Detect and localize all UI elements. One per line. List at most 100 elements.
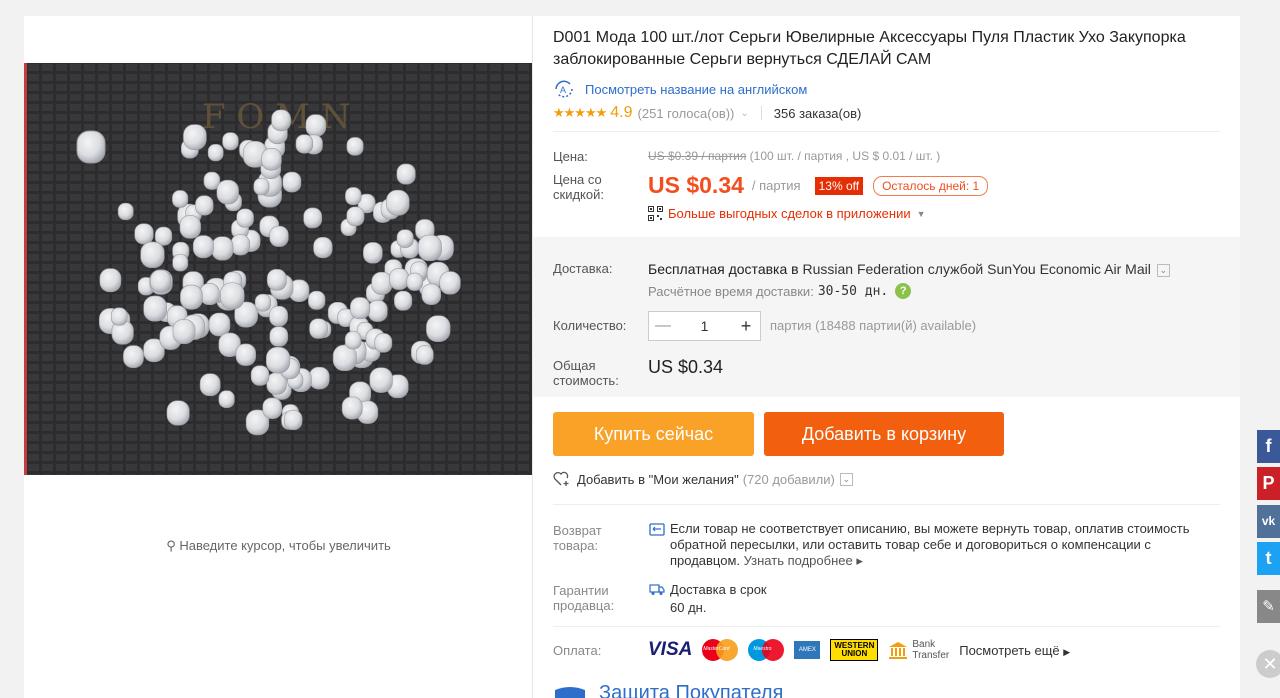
earring-back-piece [143,295,167,322]
zoom-hint-text: Наведите курсор, чтобы увеличить [179,538,391,553]
earring-back-piece [254,293,271,312]
translate-link-text[interactable]: Посмотреть название на английском [585,82,807,97]
earring-back-piece [172,319,196,345]
days-left-badge: Осталось дней: 1 [873,175,989,196]
product-photo-earring-backs: F O M N [27,63,533,475]
discount-badge: 13% off [814,176,864,195]
earring-back-piece [216,179,239,205]
western-union-logo: WESTERN UNION [830,639,879,661]
rating-stars: ★★★★★ [553,105,607,120]
payment-label: Оплата: [553,643,602,658]
caret-down-icon: ▼ [916,208,926,219]
caret-right-icon: ▶ [1063,646,1071,657]
wishlist-label[interactable]: Добавить в "Мои желания" [577,472,739,487]
facebook-share-icon[interactable]: f [1257,430,1280,463]
guarantee-label-line1: Гарантии [553,583,609,598]
returns-text: Если товар не соответствует описанию, вы… [670,521,1210,569]
quantity-input[interactable]: 1 [677,318,732,334]
earring-back-piece [172,190,189,208]
add-to-cart-button[interactable]: Добавить в корзину [764,412,1004,456]
app-deals-link[interactable]: Больше выгодных сделок в приложении ▼ [648,206,926,221]
divider [553,131,1220,132]
earring-back-piece [346,206,365,227]
divider [553,626,1220,627]
earring-back-piece [305,114,327,137]
rating-row: ★★★★★ 4.9 (251 голоса(ов)) ⌄ 356 заказа(… [553,104,861,122]
see-more-payments-link[interactable]: Посмотреть ещё ▶ [959,643,1070,658]
discount-price-label: Цена со скидкой: [553,172,604,202]
earring-back-piece [179,215,201,239]
earring-back-piece [282,171,302,193]
wishlist-dropdown-icon[interactable]: ⌄ [839,472,853,486]
bank-transfer-logo: Bank Transfer [888,639,949,661]
help-icon[interactable]: ? [895,283,912,299]
discount-label-line2: скидкой: [553,187,604,202]
visa-logo: VISA [648,639,693,660]
current-price: US $0.34 [648,172,744,198]
earring-back-piece [295,134,314,154]
earring-back-piece [269,326,289,347]
earring-back-piece [396,163,416,185]
earring-back-piece [396,229,414,248]
quantity-stepper: — 1 + [648,311,761,341]
edit-icon[interactable]: ✎ [1257,590,1280,623]
earring-back-piece [374,333,393,353]
shipping-label: Доставка: [553,261,613,276]
guarantee-label: Гарантии продавца: [553,583,614,613]
earring-back-piece [117,202,134,221]
price-unit: / партия [751,178,801,193]
shipping-method[interactable]: Бесплатная доставка в Russian Federation… [648,261,1170,277]
earring-back-piece [99,268,122,293]
price-row: US $0.34 / партия 13% off Осталось дней:… [648,172,989,199]
earring-back-piece [150,269,171,293]
shipping-service: SunYou Economic Air Mail [987,261,1151,277]
earring-back-piece [172,254,189,272]
buyer-protection-header: Защита Покупателя [553,682,783,698]
price-label: Цена: [553,149,588,164]
earring-back-piece [271,109,291,132]
shield-icon [555,686,585,698]
earring-back-piece [110,307,128,326]
earring-back-piece [371,271,393,295]
earring-back-piece [207,144,224,162]
earring-back-piece [386,189,410,216]
total-price: US $0.34 [648,357,724,377]
buy-now-button[interactable]: Купить сейчас [553,412,754,456]
returns-more-link[interactable]: Узнать подробнее [744,553,853,568]
earring-back-piece [367,300,388,322]
chevron-right-icon: ▸ [852,553,863,568]
magnifier-icon: ⚲ [166,538,176,553]
see-more-text[interactable]: Посмотреть ещё [959,643,1059,658]
earring-back-piece [261,148,282,171]
quantity-available: партия (18488 партии(й) available) [770,318,977,333]
twitter-share-icon[interactable]: t [1257,542,1280,575]
vk-share-icon[interactable]: vk [1257,505,1280,538]
old-price: US $0.39 / партия [648,149,747,163]
add-to-wishlist[interactable]: Добавить в "Мои желания" (720 добавили) … [553,471,853,487]
decrement-button[interactable]: — [649,317,677,335]
translate-link[interactable]: A Посмотреть название на английском [553,80,807,98]
bank-line2: Transfer [912,650,950,661]
qr-code-icon [648,206,663,221]
increment-button[interactable]: + [732,316,760,337]
earring-back-piece [341,396,363,420]
free-shipping-text: Бесплатная доставка в [648,261,799,277]
bank-line1: Bank [912,639,936,650]
shipping-dropdown-icon[interactable]: ⌄ [1156,263,1170,277]
earring-back-piece [303,207,323,229]
payment-methods: VISA MasterCard Maestro AMEX WESTERN UNI… [648,638,1080,662]
earring-back-piece [218,390,235,409]
earring-back-piece [262,397,282,419]
chevron-down-icon[interactable]: ⌄ [740,108,748,119]
pinterest-share-icon[interactable]: P [1257,467,1280,500]
earring-back-piece [230,234,251,256]
product-title: D001 Мода 100 шт./лот Серьги Ювелирные А… [553,29,1186,68]
earring-back-piece [183,124,207,151]
heart-plus-icon [553,471,569,486]
close-icon[interactable]: ✕ [1256,650,1280,678]
product-image[interactable]: F O M N [24,63,533,475]
rating-votes[interactable]: (251 голоса(ов)) [638,106,735,121]
earring-back-piece [266,268,287,291]
shipping-service-prefix: службой [927,261,984,277]
app-deals-text[interactable]: Больше выгодных сделок в приложении [668,206,911,221]
